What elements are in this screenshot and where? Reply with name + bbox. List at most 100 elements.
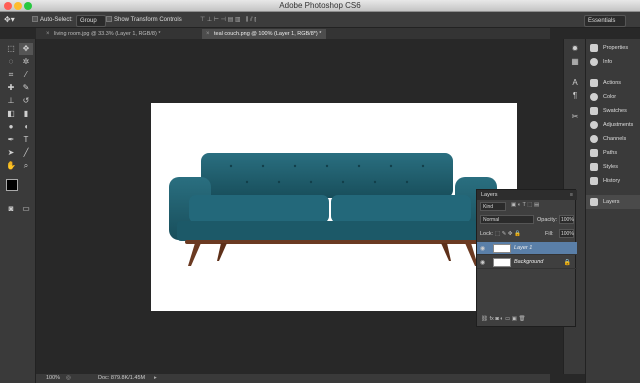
filter-icons[interactable]: ▣ ◐ T ⬚ ▤: [511, 202, 539, 208]
layer-row-background[interactable]: ◉ Background 🔒: [477, 256, 577, 269]
fill-label: Fill:: [545, 231, 554, 237]
panel-channels[interactable]: Channels: [586, 132, 640, 146]
panel-label: Paths: [603, 150, 618, 156]
history-brush-icon[interactable]: ↺: [19, 95, 33, 107]
foreground-color-swatch[interactable]: [6, 179, 18, 191]
tools-panel: ⬚ ✥ ◌ ✲ ⌗ ⁄ ✚ ✎ ⊥ ↺ ◧ ▮ ● ◖ ✒ T ➤ ╱ ✋ ⌕ …: [0, 39, 36, 383]
panel-layers[interactable]: Layers: [586, 195, 640, 209]
lock-icon: 🔒: [563, 260, 571, 266]
panel-color[interactable]: Color: [586, 90, 640, 104]
panel-label: Adjustments: [603, 122, 634, 128]
workspace-value: Essentials: [584, 15, 627, 27]
fill-value: 100%: [561, 231, 574, 237]
brightness-icon[interactable]: ✹: [568, 43, 582, 55]
path-selection-icon[interactable]: ➤: [4, 147, 18, 159]
fill-field[interactable]: 100%: [559, 229, 574, 238]
color-icon: [590, 93, 598, 101]
blend-mode-dropdown[interactable]: Normal: [480, 215, 534, 224]
tool-presets-icon[interactable]: ✂: [568, 111, 582, 123]
brush-preset-icon[interactable]: ▦: [568, 56, 582, 68]
lock-label: Lock:: [480, 231, 494, 237]
status-arrow-icon[interactable]: ▸: [154, 375, 157, 381]
workspace-dropdown[interactable]: Essentials: [584, 15, 627, 27]
visibility-eye-icon[interactable]: ◉: [480, 259, 485, 266]
pen-tool-icon[interactable]: ✒: [4, 134, 18, 146]
align-icons[interactable]: ⊤ ⊥ ⊢ ⊣ ▤ ▥ ⫼ ⫽ ⫾: [200, 15, 256, 25]
teal-couch-image: [169, 153, 497, 266]
marquee-tool-icon[interactable]: ⬚: [4, 43, 18, 55]
panel-actions[interactable]: Actions: [586, 76, 640, 90]
hand-tool-icon[interactable]: ✋: [4, 160, 18, 172]
panel-label: History: [603, 178, 621, 184]
layer-row-layer1[interactable]: ◉ Layer 1: [477, 242, 577, 255]
opacity-field[interactable]: 100%: [559, 215, 574, 224]
magic-wand-icon[interactable]: ✲: [19, 56, 33, 68]
move-tool-icon[interactable]: ✥: [19, 43, 33, 55]
panel-styles[interactable]: Styles: [586, 160, 640, 174]
type-tool-icon[interactable]: T: [19, 134, 33, 146]
zoom-tool-icon[interactable]: ⌕: [19, 160, 33, 172]
options-bar: ✥▾ Auto-Select: Group Show Transform Con…: [0, 12, 640, 28]
status-menu-icon[interactable]: ◎: [66, 375, 71, 381]
healing-brush-icon[interactable]: ✚: [4, 82, 18, 94]
document-canvas[interactable]: [151, 103, 517, 311]
show-transform-label: Show Transform Controls: [114, 17, 182, 23]
panel-info[interactable]: Info: [586, 55, 640, 69]
status-bar: 100% ◎ Doc: 879.8K/1.45M ▸: [36, 374, 550, 383]
panel-label: Info: [603, 59, 613, 65]
move-tool-icon[interactable]: ✥▾: [4, 15, 15, 25]
info-icon: [590, 58, 598, 66]
gradient-tool-icon[interactable]: ▮: [19, 108, 33, 120]
right-panel-dock: Properties Info Actions Color Swatches A…: [585, 39, 640, 383]
clone-stamp-icon[interactable]: ⊥: [4, 95, 18, 107]
tab-label: living room.jpg @ 33.3% (Layer 1, RGB/8)…: [54, 31, 161, 37]
layer-thumbnail: [493, 244, 511, 253]
dodge-tool-icon[interactable]: ◖: [19, 121, 33, 133]
tab-living-room[interactable]: × living room.jpg @ 33.3% (Layer 1, RGB/…: [42, 29, 200, 39]
title-bar: Adobe Photoshop CS6: [0, 0, 640, 12]
layers-icon: [590, 198, 598, 206]
eyedropper-icon[interactable]: ⁄: [19, 69, 33, 81]
document-tabs: × living room.jpg @ 33.3% (Layer 1, RGB/…: [36, 28, 550, 39]
blur-tool-icon[interactable]: ●: [4, 121, 18, 133]
filter-kind-dropdown[interactable]: Kind: [480, 202, 506, 211]
eraser-tool-icon[interactable]: ◧: [4, 108, 18, 120]
screen-mode-icon[interactable]: ▭: [19, 203, 33, 215]
zoom-level[interactable]: 100%: [46, 375, 60, 381]
panel-paths[interactable]: Paths: [586, 146, 640, 160]
layers-panel-title: Layers: [481, 192, 498, 198]
auto-select-dropdown[interactable]: Group: [76, 15, 106, 27]
lock-icons[interactable]: ⬚ ✎ ✥ 🔒: [495, 231, 521, 237]
lasso-tool-icon[interactable]: ◌: [4, 56, 18, 68]
auto-select-label: Auto-Select:: [40, 17, 73, 23]
auto-select-value: Group: [76, 15, 106, 27]
panel-properties[interactable]: Properties: [586, 41, 640, 55]
panel-label: Styles: [603, 164, 618, 170]
panel-label: Swatches: [603, 108, 627, 114]
styles-icon: [590, 163, 598, 171]
brush-tool-icon[interactable]: ✎: [19, 82, 33, 94]
history-icon: [590, 177, 598, 185]
layers-footer-icons[interactable]: ⛓ fx ◙ ◐ ▭ ▣ 🗑: [481, 316, 525, 322]
show-transform-checkbox[interactable]: Show Transform Controls: [106, 15, 182, 25]
visibility-eye-icon[interactable]: ◉: [480, 245, 485, 252]
close-tab-icon[interactable]: ×: [206, 29, 210, 39]
panel-history[interactable]: History: [586, 174, 640, 188]
panel-swatches[interactable]: Swatches: [586, 104, 640, 118]
line-tool-icon[interactable]: ╱: [19, 147, 33, 159]
actions-icon: [590, 79, 598, 87]
layer-name: Background: [514, 259, 544, 265]
layers-panel-header[interactable]: Layers ≡: [477, 190, 577, 200]
panel-menu-icon[interactable]: ≡: [570, 190, 573, 200]
layer-thumbnail: [493, 258, 511, 267]
quick-mask-icon[interactable]: ◙: [4, 203, 18, 215]
character-icon[interactable]: A: [568, 77, 582, 89]
close-tab-icon[interactable]: ×: [46, 29, 50, 39]
window-title: Adobe Photoshop CS6: [279, 1, 361, 10]
panel-adjustments[interactable]: Adjustments: [586, 118, 640, 132]
paragraph-icon[interactable]: ¶: [568, 90, 582, 102]
layers-panel: Layers ≡ Kind ▣ ◐ T ⬚ ▤ Normal Opacity: 1…: [476, 189, 577, 327]
crop-tool-icon[interactable]: ⌗: [4, 69, 18, 81]
tab-teal-couch[interactable]: × teal couch.png @ 100% (Layer 1, RGB/8*…: [202, 29, 326, 39]
auto-select-checkbox[interactable]: Auto-Select:: [32, 15, 73, 25]
